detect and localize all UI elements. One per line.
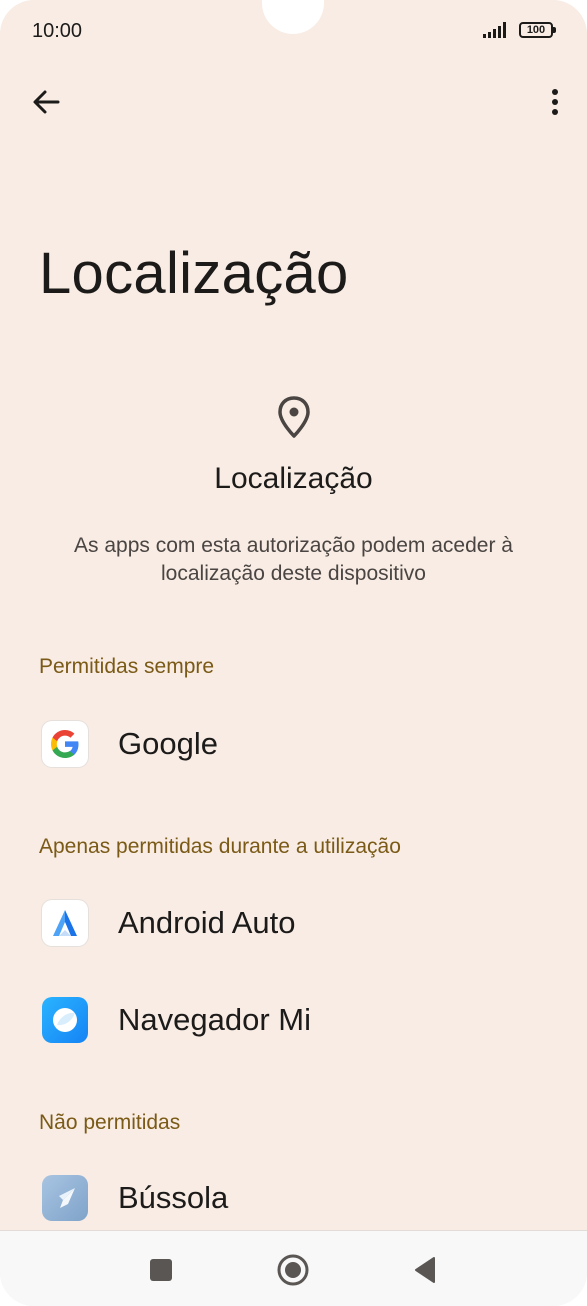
- app-row-android-auto[interactable]: Android Auto: [0, 883, 587, 963]
- navigation-bar: [0, 1230, 587, 1306]
- android-auto-icon: [42, 900, 88, 946]
- location-pin-icon: [278, 396, 310, 438]
- app-row-bussola[interactable]: Bússola: [0, 1158, 587, 1238]
- recents-button[interactable]: [142, 1251, 180, 1289]
- compass-icon: [42, 1175, 88, 1221]
- header-description: As apps com esta autorização podem acede…: [74, 534, 513, 585]
- app-label: Android Auto: [118, 905, 296, 940]
- app-label: Bússola: [118, 1180, 229, 1215]
- page-title: Localização: [39, 241, 349, 306]
- google-icon: [42, 721, 88, 767]
- app-label: Google: [118, 726, 218, 761]
- back-button[interactable]: [26, 82, 66, 122]
- arrow-back-icon: [33, 90, 60, 114]
- section-title-always: Permitidas sempre: [39, 655, 215, 678]
- triangle-back-icon: [415, 1257, 435, 1283]
- status-icons: 100: [483, 22, 556, 38]
- square-icon: [150, 1259, 172, 1281]
- back-nav-button[interactable]: [406, 1251, 444, 1289]
- mi-browser-icon: [42, 997, 88, 1043]
- section-title-while-using: Apenas permitidas durante a utilização: [39, 835, 401, 858]
- battery-icon: 100: [519, 22, 556, 38]
- circle-home-icon: [277, 1254, 309, 1286]
- home-button[interactable]: [274, 1251, 312, 1289]
- section-title-not-allowed: Não permitidas: [39, 1111, 181, 1134]
- screen: 10:00 100 Localização Localização As app…: [0, 0, 587, 1306]
- camera-notch: [262, 0, 324, 34]
- app-row-google[interactable]: Google: [0, 704, 587, 784]
- signal-icon: [483, 22, 506, 38]
- app-row-navegador-mi[interactable]: Navegador Mi: [0, 980, 587, 1060]
- app-label: Navegador Mi: [118, 1002, 311, 1037]
- header-label: Localização: [214, 462, 373, 495]
- more-options-button[interactable]: [543, 82, 567, 122]
- more-vert-icon: [552, 89, 558, 115]
- status-time: 10:00: [32, 20, 83, 42]
